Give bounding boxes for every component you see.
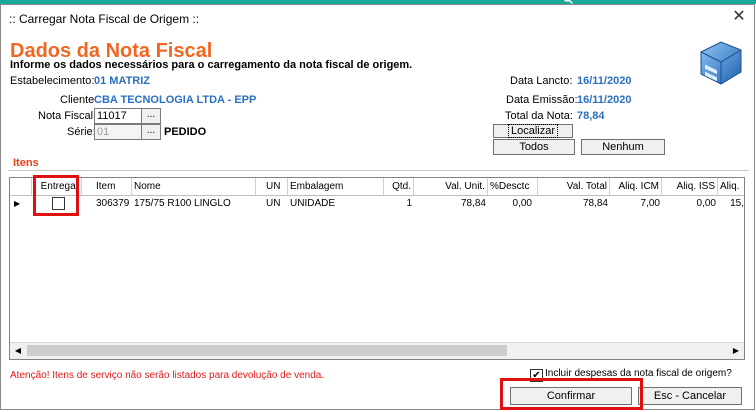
embalagem-cell: UNIDADE	[290, 198, 336, 209]
itens-section-label: Itens	[13, 157, 39, 169]
cliente-value: CBA TECNOLOGIA LTDA - EPP	[94, 94, 257, 106]
nome-cell: 175/75 R100 LINGLO	[134, 198, 231, 209]
serie-lookup-button[interactable]: ...	[141, 124, 161, 140]
warning-text: Atenção! Itens de serviço não serão list…	[10, 370, 325, 381]
grid-header: Entregar Item Nome UN Embalagem Qtd. Val…	[10, 178, 744, 196]
row-pointer-icon: ▶	[14, 199, 21, 208]
aliq-icm-cell: 7,00	[640, 198, 660, 209]
section-divider	[8, 170, 749, 171]
localizar-button[interactable]: Localizar	[493, 124, 573, 138]
window-title: :: Carregar Nota Fiscal de Origem ::	[9, 12, 200, 26]
localizar-label: Localizar	[507, 124, 559, 138]
serie-input[interactable]: 01	[94, 124, 142, 140]
estabelecimento-value: 01 MATRIZ	[94, 75, 151, 87]
un-cell: UN	[266, 198, 281, 209]
close-icon[interactable]: ✕	[728, 6, 750, 28]
scrollbar-thumb[interactable]	[27, 345, 507, 356]
col-aliq-iss[interactable]: Aliq. ISS	[662, 178, 718, 195]
col-item[interactable]: Item	[82, 178, 132, 195]
scroll-right-icon[interactable]: ▶	[728, 343, 744, 359]
page-subtitle: Informe os dados necessários para o carr…	[10, 59, 413, 71]
table-row[interactable]: ▶ 306379 175/75 R100 LINGLO UN UNIDADE 1…	[10, 195, 744, 212]
col-aliq[interactable]: Aliq.	[718, 178, 744, 195]
entregar-highlight	[33, 175, 79, 216]
col-val-total[interactable]: Val. Total	[538, 178, 610, 195]
col-nome[interactable]: Nome	[132, 178, 256, 195]
scroll-left-icon[interactable]: ◀	[10, 343, 26, 359]
val-total-cell: 78,84	[582, 198, 608, 209]
row-indicator-header	[10, 178, 32, 195]
col-un[interactable]: UN	[256, 178, 288, 195]
data-lancto-label: Data Lancto:	[510, 75, 573, 87]
nota-fiscal-label: Nota Fiscal:	[38, 110, 97, 122]
confirmar-highlight	[500, 378, 643, 410]
nenhum-button[interactable]: Nenhum	[581, 139, 665, 155]
col-desconto[interactable]: %Desctc	[488, 178, 538, 195]
col-val-unit[interactable]: Val. Unit.	[414, 178, 488, 195]
pedido-label: PEDIDO	[164, 126, 207, 138]
aliq-iss-cell: 0,00	[696, 198, 716, 209]
col-aliq-icm[interactable]: Aliq. ICM	[610, 178, 662, 195]
estabelecimento-label: Estabelecimento:	[10, 75, 95, 87]
desconto-cell: 0,00	[512, 198, 532, 209]
cancelar-button[interactable]: Esc - Cancelar	[638, 387, 742, 405]
todos-button[interactable]: Todos	[493, 139, 575, 155]
col-embalagem[interactable]: Embalagem	[288, 178, 384, 195]
col-qtd[interactable]: Qtd.	[384, 178, 414, 195]
data-lancto-value: 16/11/2020	[577, 75, 632, 87]
nota-fiscal-input[interactable]: 11017	[94, 108, 142, 124]
aliq-cell: 15,	[730, 198, 744, 209]
data-emissao-value: 16/11/2020	[577, 94, 632, 106]
items-grid[interactable]: Entregar Item Nome UN Embalagem Qtd. Val…	[9, 177, 745, 360]
val-unit-cell: 78,84	[460, 198, 486, 209]
serie-label: Série:	[67, 126, 96, 138]
qtd-cell: 1	[406, 198, 412, 209]
horizontal-scrollbar[interactable]: ◀ ▶	[10, 342, 744, 359]
cliente-label: Cliente	[60, 94, 95, 106]
total-nota-label: Total da Nota:	[505, 110, 573, 122]
total-nota-value: 78,84	[577, 110, 605, 122]
nota-fiscal-lookup-button[interactable]: ...	[141, 108, 161, 124]
item-cell: 306379	[96, 198, 130, 209]
database-icon	[700, 41, 742, 85]
data-emissao-label: Data Emissão:	[506, 94, 578, 106]
